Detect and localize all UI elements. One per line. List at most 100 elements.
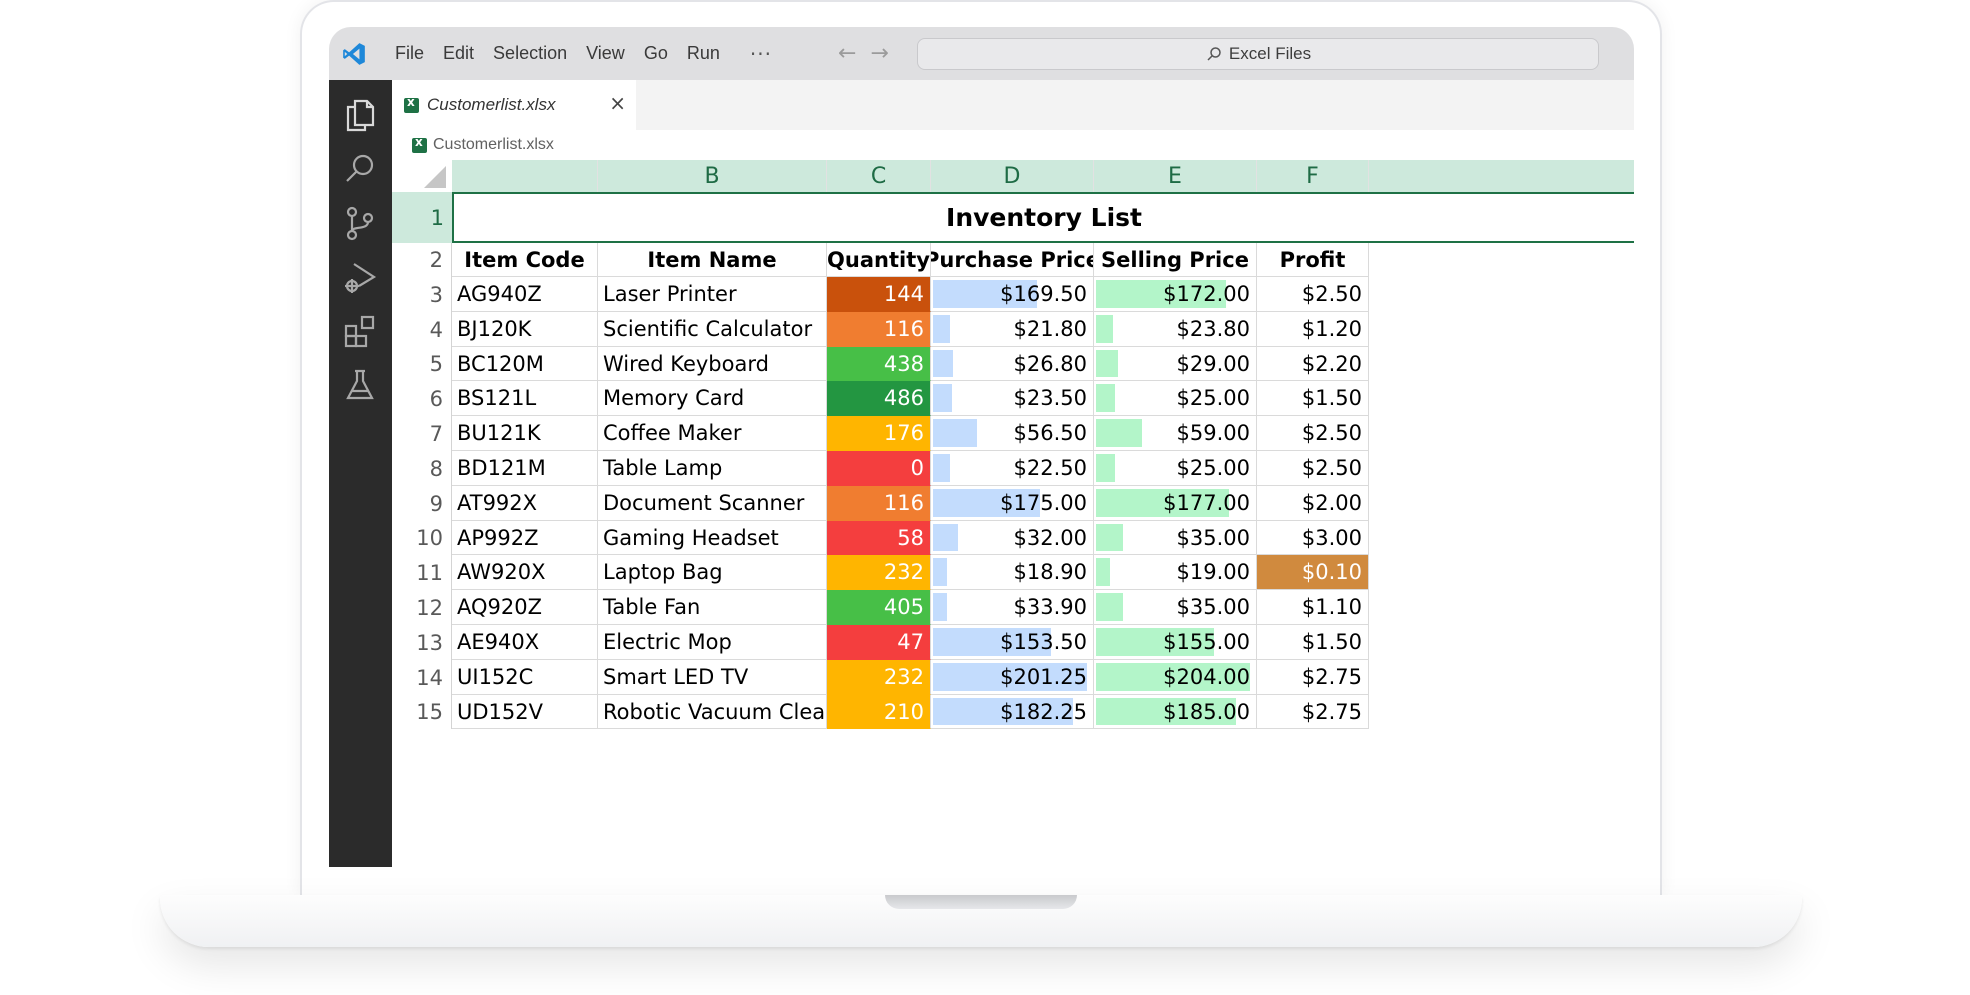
item-name-cell[interactable]: Laptop Bag	[598, 555, 827, 590]
column-header-d[interactable]: D	[931, 160, 1094, 192]
more-menu-button[interactable]: ···	[750, 42, 772, 66]
header-selling-price[interactable]: Selling Price	[1094, 243, 1257, 277]
forward-arrow-icon[interactable]: →	[870, 41, 888, 66]
selling-price-cell[interactable]: $177.00	[1094, 486, 1257, 521]
item-code-cell[interactable]: AE940X	[452, 625, 598, 660]
tab-customerlist[interactable]: Customerlist.xlsx ×	[392, 80, 636, 130]
quantity-cell[interactable]: 210	[827, 695, 931, 729]
profit-cell[interactable]: $2.00	[1257, 486, 1369, 521]
close-icon[interactable]: ×	[609, 93, 626, 113]
quantity-cell[interactable]: 47	[827, 625, 931, 660]
header-quantity[interactable]: Quantity	[827, 243, 931, 277]
purchase-price-cell[interactable]: $26.80	[931, 347, 1094, 381]
item-name-cell[interactable]: Document Scanner	[598, 486, 827, 521]
row-header[interactable]: 13	[392, 625, 452, 660]
row-header[interactable]: 15	[392, 695, 452, 729]
item-name-cell[interactable]: Smart LED TV	[598, 660, 827, 695]
selling-price-cell[interactable]: $172.00	[1094, 277, 1257, 312]
back-arrow-icon[interactable]: ←	[838, 41, 856, 66]
profit-cell[interactable]: $2.75	[1257, 695, 1369, 729]
column-header-e[interactable]: E	[1094, 160, 1257, 192]
profit-cell[interactable]: $1.10	[1257, 590, 1369, 625]
header-item-name[interactable]: Item Name	[598, 243, 827, 277]
quantity-cell[interactable]: 405	[827, 590, 931, 625]
menu-selection[interactable]: Selection	[493, 43, 567, 64]
item-name-cell[interactable]: Memory Card	[598, 381, 827, 416]
purchase-price-cell[interactable]: $201.25	[931, 660, 1094, 695]
breadcrumb[interactable]: Customerlist.xlsx	[412, 132, 554, 158]
profit-cell[interactable]: $2.50	[1257, 277, 1369, 312]
item-code-cell[interactable]: AQ920Z	[452, 590, 598, 625]
header-purchase-price[interactable]: Purchase Price	[931, 243, 1094, 277]
purchase-price-cell[interactable]: $153.50	[931, 625, 1094, 660]
purchase-price-cell[interactable]: $32.00	[931, 521, 1094, 555]
row-header[interactable]: 6	[392, 381, 452, 416]
item-name-cell[interactable]: Electric Mop	[598, 625, 827, 660]
item-name-cell[interactable]: Robotic Vacuum Cleaner	[598, 695, 827, 729]
profit-cell[interactable]: $2.75	[1257, 660, 1369, 695]
item-name-cell[interactable]: Wired Keyboard	[598, 347, 827, 381]
item-code-cell[interactable]: BC120M	[452, 347, 598, 381]
item-code-cell[interactable]: AP992Z	[452, 521, 598, 555]
selling-price-cell[interactable]: $35.00	[1094, 590, 1257, 625]
selling-price-cell[interactable]: $35.00	[1094, 521, 1257, 555]
row-header[interactable]: 3	[392, 277, 452, 312]
profit-cell[interactable]: $0.10	[1257, 555, 1369, 590]
select-all-corner[interactable]	[392, 160, 452, 192]
profit-cell[interactable]: $1.50	[1257, 381, 1369, 416]
row-header[interactable]: 7	[392, 416, 452, 451]
quantity-cell[interactable]: 232	[827, 660, 931, 695]
header-item-code[interactable]: Item Code	[452, 243, 598, 277]
row-header-1[interactable]: 1	[392, 192, 452, 243]
row-header[interactable]: 4	[392, 312, 452, 347]
menu-run[interactable]: Run	[687, 43, 720, 64]
search-activity-icon[interactable]	[341, 150, 379, 188]
item-name-cell[interactable]: Scientific Calculator	[598, 312, 827, 347]
column-header-c[interactable]: C	[827, 160, 931, 192]
quantity-cell[interactable]: 176	[827, 416, 931, 451]
row-header[interactable]: 11	[392, 555, 452, 590]
purchase-price-cell[interactable]: $175.00	[931, 486, 1094, 521]
selling-price-cell[interactable]: $19.00	[1094, 555, 1257, 590]
quantity-cell[interactable]: 232	[827, 555, 931, 590]
profit-cell[interactable]: $2.50	[1257, 416, 1369, 451]
command-center-search[interactable]: Excel Files	[917, 38, 1599, 70]
purchase-price-cell[interactable]: $182.25	[931, 695, 1094, 729]
quantity-cell[interactable]: 144	[827, 277, 931, 312]
row-header-2[interactable]: 2	[392, 243, 452, 277]
item-code-cell[interactable]: UI152C	[452, 660, 598, 695]
column-header-b[interactable]: B	[598, 160, 827, 192]
item-code-cell[interactable]: UD152V	[452, 695, 598, 729]
selling-price-cell[interactable]: $185.00	[1094, 695, 1257, 729]
row-header[interactable]: 10	[392, 521, 452, 555]
item-code-cell[interactable]: BU121K	[452, 416, 598, 451]
row-header[interactable]: 14	[392, 660, 452, 695]
menu-edit[interactable]: Edit	[443, 43, 474, 64]
item-code-cell[interactable]: AG940Z	[452, 277, 598, 312]
purchase-price-cell[interactable]: $169.50	[931, 277, 1094, 312]
row-header[interactable]: 9	[392, 486, 452, 521]
row-header[interactable]: 5	[392, 347, 452, 381]
purchase-price-cell[interactable]: $22.50	[931, 451, 1094, 486]
item-name-cell[interactable]: Table Lamp	[598, 451, 827, 486]
source-control-icon[interactable]	[341, 204, 379, 242]
quantity-cell[interactable]: 486	[827, 381, 931, 416]
row-header[interactable]: 12	[392, 590, 452, 625]
item-name-cell[interactable]: Gaming Headset	[598, 521, 827, 555]
menu-file[interactable]: File	[395, 43, 424, 64]
quantity-cell[interactable]: 0	[827, 451, 931, 486]
quantity-cell[interactable]: 438	[827, 347, 931, 381]
item-code-cell[interactable]: BD121M	[452, 451, 598, 486]
run-debug-icon[interactable]	[341, 258, 379, 296]
item-name-cell[interactable]: Laser Printer	[598, 277, 827, 312]
purchase-price-cell[interactable]: $18.90	[931, 555, 1094, 590]
row-header[interactable]: 8	[392, 451, 452, 486]
column-header-f[interactable]: F	[1257, 160, 1369, 192]
item-code-cell[interactable]: AW920X	[452, 555, 598, 590]
purchase-price-cell[interactable]: $21.80	[931, 312, 1094, 347]
selling-price-cell[interactable]: $204.00	[1094, 660, 1257, 695]
column-header-a[interactable]	[452, 160, 598, 192]
selling-price-cell[interactable]: $29.00	[1094, 347, 1257, 381]
selling-price-cell[interactable]: $25.00	[1094, 381, 1257, 416]
profit-cell[interactable]: $2.20	[1257, 347, 1369, 381]
